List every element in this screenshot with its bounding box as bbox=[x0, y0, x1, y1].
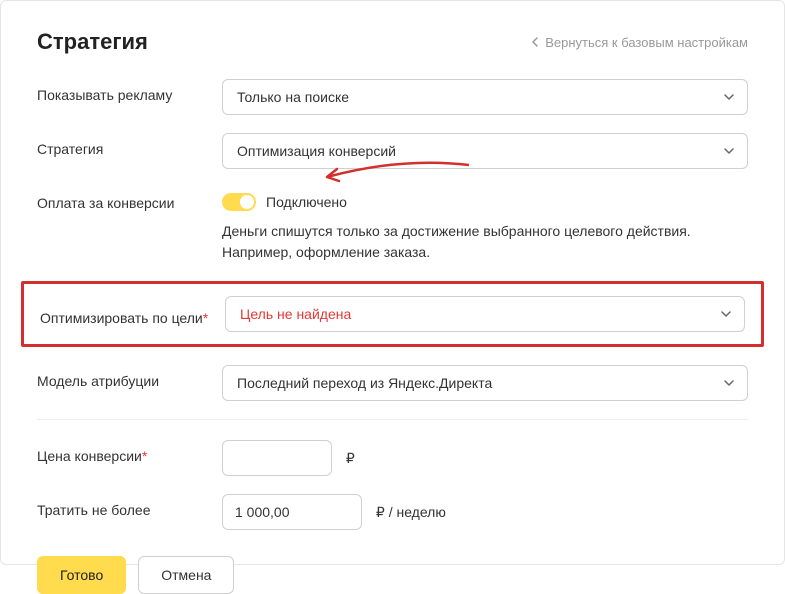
pay-conversions-label: Оплата за конверсии bbox=[37, 187, 222, 211]
optimize-goal-value: Цель не найдена bbox=[240, 306, 351, 322]
budget-suffix: ₽ / неделю bbox=[376, 504, 446, 521]
price-suffix: ₽ bbox=[346, 450, 355, 467]
row-budget: Тратить не более ₽ / неделю bbox=[37, 494, 748, 530]
divider bbox=[37, 419, 748, 420]
footer: Готово Отмена bbox=[37, 556, 748, 594]
row-strategy: Стратегия Оптимизация конверсий bbox=[37, 133, 748, 169]
pay-conversions-toggle-label: Подключено bbox=[266, 194, 347, 210]
page-title: Стратегия bbox=[37, 29, 148, 55]
attribution-value: Последний переход из Яндекс.Директа bbox=[237, 375, 492, 391]
budget-label: Тратить не более bbox=[37, 494, 222, 518]
row-show-ads: Показывать рекламу Только на поиске bbox=[37, 79, 748, 115]
row-attribution: Модель атрибуции Последний переход из Ян… bbox=[37, 365, 748, 401]
panel-header: Стратегия Вернуться к базовым настройкам bbox=[37, 29, 748, 55]
chevron-down-icon bbox=[723, 147, 735, 155]
optimize-label: Оптимизировать по цели* bbox=[40, 302, 225, 326]
required-mark: * bbox=[203, 310, 208, 326]
row-price: Цена конверсии* ₽ bbox=[37, 440, 748, 476]
attribution-select[interactable]: Последний переход из Яндекс.Директа bbox=[222, 365, 748, 401]
show-ads-value: Только на поиске bbox=[237, 89, 349, 105]
budget-input[interactable] bbox=[222, 494, 362, 530]
show-ads-label: Показывать рекламу bbox=[37, 79, 222, 103]
back-link[interactable]: Вернуться к базовым настройкам bbox=[531, 35, 748, 50]
optimize-highlight: Оптимизировать по цели* Цель не найдена bbox=[21, 281, 764, 347]
required-mark: * bbox=[142, 448, 147, 464]
chevron-down-icon bbox=[720, 310, 732, 318]
price-label: Цена конверсии* bbox=[37, 440, 222, 464]
price-input[interactable] bbox=[222, 440, 332, 476]
done-button[interactable]: Готово bbox=[37, 556, 126, 594]
chevron-down-icon bbox=[723, 379, 735, 387]
strategy-panel: Стратегия Вернуться к базовым настройкам… bbox=[0, 0, 785, 565]
chevron-down-icon bbox=[723, 93, 735, 101]
strategy-label: Стратегия bbox=[37, 133, 222, 157]
row-pay-conversions: Оплата за конверсии Подключено Деньги сп… bbox=[37, 187, 748, 263]
optimize-goal-select[interactable]: Цель не найдена bbox=[225, 296, 745, 332]
chevron-left-icon bbox=[531, 35, 539, 50]
strategy-value: Оптимизация конверсий bbox=[237, 143, 396, 159]
strategy-select[interactable]: Оптимизация конверсий bbox=[222, 133, 748, 169]
back-link-label: Вернуться к базовым настройкам bbox=[545, 35, 748, 50]
show-ads-select[interactable]: Только на поиске bbox=[222, 79, 748, 115]
pay-conversions-toggle[interactable] bbox=[222, 193, 256, 211]
toggle-knob bbox=[240, 195, 254, 209]
cancel-button[interactable]: Отмена bbox=[138, 556, 234, 594]
attribution-label: Модель атрибуции bbox=[37, 365, 222, 389]
pay-conversions-hint: Деньги спишутся только за достижение выб… bbox=[222, 221, 748, 263]
